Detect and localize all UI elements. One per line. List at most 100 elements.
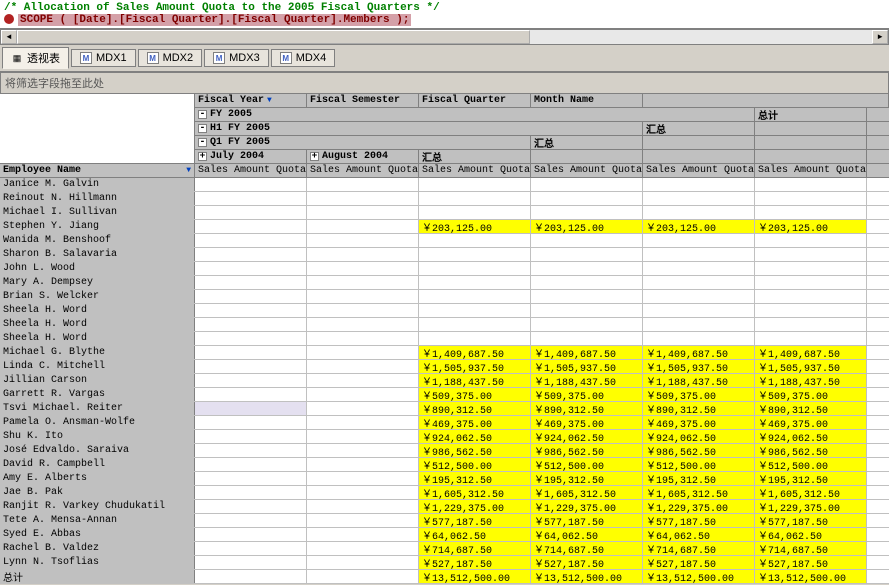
data-cell[interactable]: ￥195,312.50 [643,472,755,485]
row-header[interactable]: Stephen Y. Jiang [0,220,195,233]
col-august-cell[interactable]: + August 2004 [307,150,419,163]
data-cell[interactable]: ￥64,062.50 [531,528,643,541]
data-cell[interactable]: ￥1,188,437.50 [643,374,755,387]
data-cell[interactable] [755,318,867,331]
col-field-fiscal-year[interactable]: Fiscal Year▼ [195,94,307,107]
data-cell[interactable]: ￥203,125.00 [419,220,531,233]
data-cell[interactable] [195,388,307,401]
data-cell[interactable] [195,556,307,569]
filter-drop-area[interactable]: 将筛选字段拖至此处 [0,72,889,94]
data-cell[interactable] [195,486,307,499]
tab-mdx3[interactable]: M MDX3 [204,49,269,67]
data-cell[interactable]: ￥527,187.50 [755,556,867,569]
data-cell[interactable]: ￥527,187.50 [643,556,755,569]
row-header[interactable]: Michael I. Sullivan [0,206,195,219]
col-h1-cell[interactable]: - H1 FY 2005 [195,122,643,135]
breakpoint-icon[interactable] [4,14,14,24]
data-cell[interactable] [307,192,419,205]
data-cell[interactable]: ￥1,605,312.50 [531,486,643,499]
collapse-icon[interactable]: - [198,138,207,147]
tab-mdx4[interactable]: M MDX4 [271,49,336,67]
data-cell[interactable] [195,514,307,527]
data-cell[interactable] [643,206,755,219]
tab-mdx1[interactable]: M MDX1 [71,49,136,67]
data-cell[interactable] [307,346,419,359]
row-header[interactable]: Amy E. Alberts [0,472,195,485]
data-cell[interactable] [755,262,867,275]
data-cell[interactable] [195,472,307,485]
data-cell[interactable]: ￥13,512,500.00 [531,570,643,583]
row-header[interactable]: Linda C. Mitchell [0,360,195,373]
row-header[interactable]: Pamela O. Ansman-Wolfe [0,416,195,429]
data-cell[interactable] [419,234,531,247]
data-cell[interactable]: ￥13,512,500.00 [755,570,867,583]
data-cell[interactable]: ￥64,062.50 [643,528,755,541]
row-header[interactable]: Janice M. Galvin [0,178,195,191]
data-cell[interactable] [195,360,307,373]
data-cell[interactable]: ￥1,409,687.50 [755,346,867,359]
row-header[interactable]: Shu K. Ito [0,430,195,443]
data-cell[interactable]: ￥469,375.00 [531,416,643,429]
data-cell[interactable] [307,556,419,569]
data-cell[interactable] [307,472,419,485]
data-cell[interactable]: ￥986,562.50 [755,444,867,457]
data-cell[interactable]: ￥1,605,312.50 [755,486,867,499]
expand-icon[interactable]: + [198,152,207,161]
row-header[interactable]: Tsvi Michael. Reiter [0,402,195,415]
data-cell[interactable] [195,332,307,345]
data-cell[interactable] [195,178,307,191]
data-cell[interactable]: ￥714,687.50 [419,542,531,555]
data-cell[interactable]: ￥512,500.00 [755,458,867,471]
data-cell[interactable] [307,388,419,401]
data-cell[interactable] [307,318,419,331]
data-cell[interactable]: ￥1,505,937.50 [643,360,755,373]
row-header[interactable]: Jillian Carson [0,374,195,387]
row-header[interactable]: Rachel B. Valdez [0,542,195,555]
data-cell[interactable] [307,206,419,219]
data-cell[interactable]: ￥195,312.50 [419,472,531,485]
data-cell[interactable] [755,276,867,289]
scroll-left-icon[interactable]: ◄ [1,30,17,44]
row-header[interactable]: Syed E. Abbas [0,528,195,541]
col-field-fiscal-quarter[interactable]: Fiscal Quarter [419,94,531,107]
data-cell[interactable] [195,206,307,219]
data-cell[interactable]: ￥714,687.50 [643,542,755,555]
collapse-icon[interactable]: - [198,124,207,133]
data-cell[interactable] [307,234,419,247]
data-cell[interactable]: ￥1,505,937.50 [755,360,867,373]
data-cell[interactable] [307,486,419,499]
code-editor[interactable]: /* Allocation of Sales Amount Quota to t… [0,0,889,29]
data-cell[interactable]: ￥924,062.50 [419,430,531,443]
data-cell[interactable] [307,304,419,317]
data-cell[interactable] [531,192,643,205]
data-cell[interactable] [307,332,419,345]
data-cell[interactable]: ￥1,505,937.50 [531,360,643,373]
data-cell[interactable]: ￥64,062.50 [755,528,867,541]
dropdown-icon[interactable]: ▼ [186,166,191,175]
data-cell[interactable]: ￥1,605,312.50 [643,486,755,499]
row-header[interactable]: Sheela H. Word [0,304,195,317]
row-header[interactable]: José Edvaldo. Saraiva [0,444,195,457]
data-cell[interactable]: ￥890,312.50 [643,402,755,415]
data-cell[interactable] [755,332,867,345]
data-cell[interactable] [531,318,643,331]
data-cell[interactable] [419,192,531,205]
dropdown-icon[interactable]: ▼ [267,96,272,105]
data-cell[interactable] [531,262,643,275]
data-cell[interactable]: ￥203,125.00 [643,220,755,233]
data-cell[interactable]: ￥577,187.50 [755,514,867,527]
row-header[interactable]: Garrett R. Vargas [0,388,195,401]
data-cell[interactable]: ￥13,512,500.00 [419,570,531,583]
data-cell[interactable]: ￥195,312.50 [755,472,867,485]
row-header[interactable]: Sheela H. Word [0,332,195,345]
data-cell[interactable]: ￥1,409,687.50 [643,346,755,359]
data-cell[interactable] [307,402,419,415]
data-cell[interactable]: ￥469,375.00 [755,416,867,429]
data-cell[interactable] [307,444,419,457]
data-cell[interactable]: ￥512,500.00 [419,458,531,471]
data-cell[interactable] [195,318,307,331]
data-cell[interactable] [307,262,419,275]
data-cell[interactable]: ￥1,409,687.50 [419,346,531,359]
data-cell[interactable] [307,500,419,513]
data-cell[interactable]: ￥924,062.50 [643,430,755,443]
